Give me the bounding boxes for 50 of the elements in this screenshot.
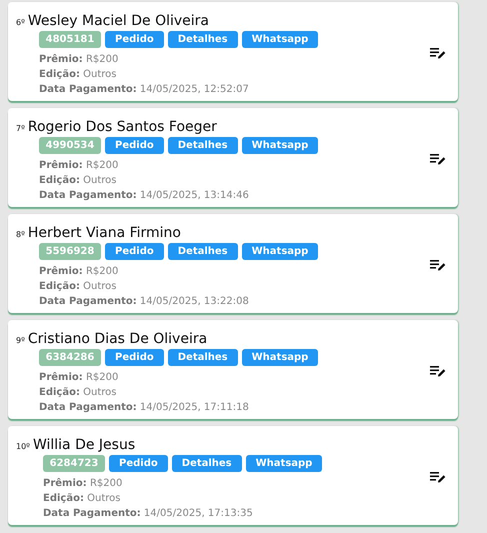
edit-list-icon[interactable] (430, 259, 446, 271)
detail-line: Prêmio: R$200 (39, 265, 120, 279)
detail-line: Data Pagamento: 14/05/2025, 13:14:46 (39, 189, 250, 203)
winner-name: Willia De Jesus (32, 436, 136, 455)
detail-line: Edição: Outros (39, 68, 118, 82)
ticket-code: 4990534 (39, 137, 101, 154)
action-button[interactable]: Whatsapp (242, 137, 318, 154)
ticket-code: 5596928 (39, 243, 101, 260)
ticket-code: 6284723 (43, 455, 105, 472)
action-button[interactable]: Pedido (105, 243, 164, 260)
winner-name: Rogerio Dos Santos Foeger (28, 118, 217, 137)
detail-line: Edição: Outros (39, 174, 118, 188)
detail-line: Prêmio: R$200 (39, 159, 120, 173)
action-button[interactable]: Pedido (105, 349, 164, 366)
edit-list-icon[interactable] (430, 153, 446, 165)
rank-label: 8º (16, 229, 25, 241)
detail-line: Prêmio: R$200 (39, 53, 120, 67)
rank-label: 6º (16, 17, 25, 29)
action-button[interactable]: Pedido (109, 455, 168, 472)
action-button[interactable]: Detalhes (168, 31, 238, 48)
rank-label: 7º (16, 123, 25, 135)
winner-name: Herbert Viana Firmino (28, 224, 181, 243)
action-button[interactable]: Pedido (105, 31, 164, 48)
action-button[interactable]: Whatsapp (246, 455, 322, 472)
detail-line: Edição: Outros (39, 280, 118, 294)
action-button[interactable]: Detalhes (168, 137, 238, 154)
edit-list-icon[interactable] (430, 471, 446, 483)
action-button[interactable]: Pedido (105, 137, 164, 154)
winner-name: Wesley Maciel De Oliveira (28, 12, 209, 31)
action-button[interactable]: Detalhes (172, 455, 242, 472)
rank-label: 9º (16, 335, 25, 347)
detail-line: Prêmio: R$200 (43, 477, 124, 491)
detail-line: Edição: Outros (43, 492, 122, 506)
detail-line: Data Pagamento: 14/05/2025, 17:13:35 (43, 507, 254, 521)
action-button[interactable]: Whatsapp (242, 349, 318, 366)
rank-label: 10º (16, 441, 30, 453)
detail-line: Data Pagamento: 14/05/2025, 13:22:08 (39, 295, 250, 309)
detail-line: Data Pagamento: 14/05/2025, 12:52:07 (39, 83, 250, 97)
detail-line: Prêmio: R$200 (39, 371, 120, 385)
edit-list-icon[interactable] (430, 365, 446, 377)
detail-line: Edição: Outros (39, 386, 118, 400)
winner-name: Cristiano Dias De Oliveira (28, 330, 208, 349)
action-button[interactable]: Whatsapp (242, 31, 318, 48)
detail-line: Data Pagamento: 14/05/2025, 17:11:18 (39, 401, 250, 415)
ticket-code: 4805181 (39, 31, 101, 48)
action-button[interactable]: Detalhes (168, 243, 238, 260)
ticket-code: 6384286 (39, 349, 101, 366)
edit-list-icon[interactable] (430, 47, 446, 59)
action-button[interactable]: Detalhes (168, 349, 238, 366)
action-button[interactable]: Whatsapp (242, 243, 318, 260)
